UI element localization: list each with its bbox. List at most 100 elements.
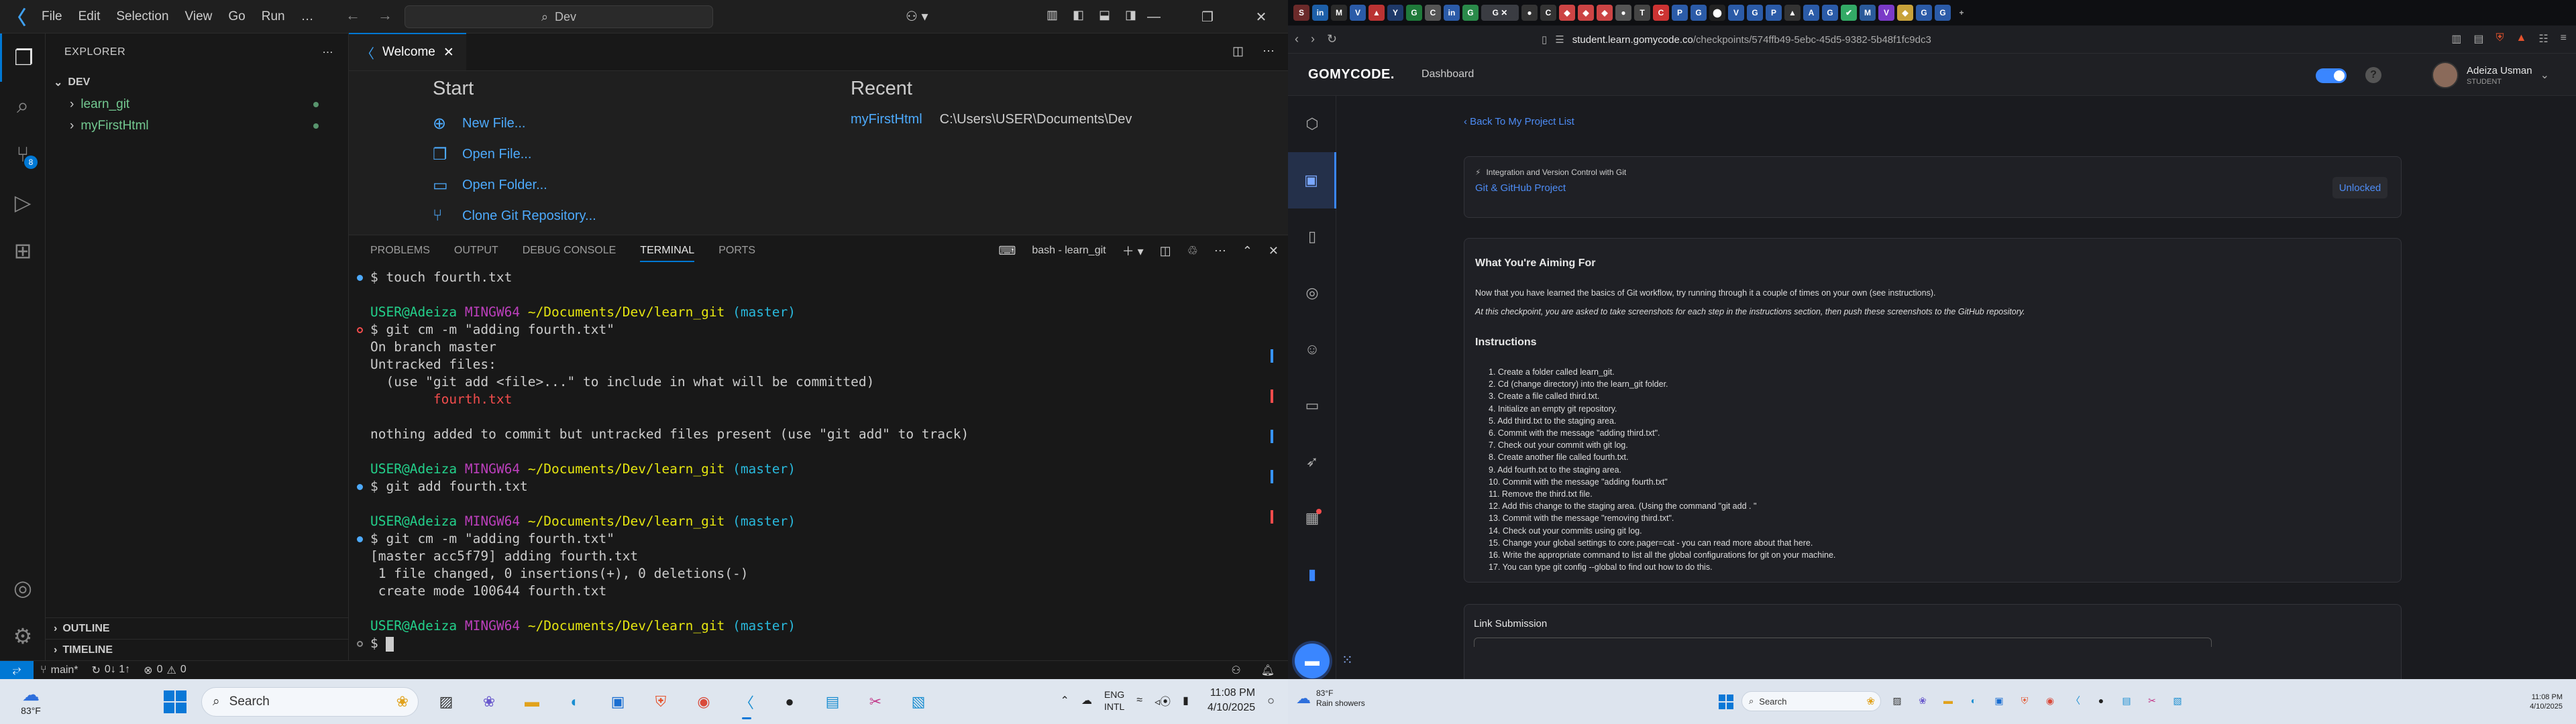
open-file-link[interactable]: ❐ Open File... bbox=[433, 139, 596, 170]
layers-icon[interactable]: ⬡ bbox=[1288, 96, 1336, 152]
close-panel-icon[interactable]: ✕ bbox=[1269, 244, 1279, 258]
forward-arrow-icon[interactable]: › bbox=[1311, 32, 1315, 46]
book-icon[interactable]: ▣ bbox=[1288, 152, 1336, 208]
clock[interactable]: 11:08 PM 4/10/2025 bbox=[1208, 686, 1255, 715]
problems-indicator[interactable]: ⊗ 0 ⚠ 0 bbox=[137, 664, 193, 677]
menu-edit[interactable]: Edit bbox=[70, 9, 109, 24]
timeline-section[interactable]: › TIMELINE bbox=[46, 639, 348, 660]
brave-icon[interactable]: ⛨ bbox=[2015, 691, 2034, 710]
clock[interactable]: 11:08 PM 4/10/2025 bbox=[2530, 692, 2563, 711]
snipping-tool-icon[interactable]: ✂ bbox=[2143, 691, 2161, 710]
tab-debug-console[interactable]: DEBUG CONSOLE bbox=[523, 245, 616, 257]
theme-toggle[interactable] bbox=[2316, 68, 2347, 83]
copilot-icon[interactable]: ⚇ ▾ bbox=[906, 8, 928, 25]
toggle-panel-icon[interactable]: ⬓ bbox=[1099, 8, 1110, 22]
explorer-icon[interactable]: ❐ bbox=[0, 34, 46, 82]
address-bar[interactable]: ▯ ☰ student.learn.gomycode.co/checkpoint… bbox=[1542, 29, 2078, 50]
new-tab-icon[interactable]: + bbox=[1953, 5, 1970, 21]
browser-tab-active[interactable]: G ✕ bbox=[1481, 5, 1519, 21]
forward-arrow-icon[interactable]: → bbox=[378, 7, 392, 24]
site-info-icon[interactable]: ☰ bbox=[1555, 34, 1564, 46]
tab-output[interactable]: OUTPUT bbox=[454, 245, 498, 257]
laptop-icon[interactable]: ▭ bbox=[1288, 377, 1336, 434]
file-explorer-icon[interactable]: ▬ bbox=[515, 687, 549, 717]
file-explorer-icon[interactable]: ▬ bbox=[1939, 691, 1957, 710]
back-to-projects-link[interactable]: ‹ Back To My Project List bbox=[1464, 116, 1574, 127]
browser-tab[interactable]: A bbox=[1803, 5, 1819, 21]
browser-tab[interactable]: ✔ bbox=[1841, 5, 1857, 21]
browser-tab[interactable]: Y bbox=[1387, 5, 1403, 21]
task-view-icon[interactable]: ▨ bbox=[1888, 691, 1907, 710]
outline-section[interactable]: › OUTLINE bbox=[46, 617, 348, 639]
browser-tab[interactable]: G bbox=[1822, 5, 1838, 21]
browser-tab[interactable]: G bbox=[1935, 5, 1951, 21]
terminal-input-line[interactable]: $ bbox=[357, 635, 1288, 652]
bookmark-icon[interactable]: ▯ bbox=[1542, 34, 1547, 46]
account-icon[interactable]: ◎ bbox=[0, 564, 46, 612]
trash-icon[interactable]: ♲ bbox=[1187, 244, 1198, 258]
browser-tab[interactable]: P bbox=[1766, 5, 1782, 21]
search-view-icon[interactable]: ⌕ bbox=[0, 82, 46, 130]
browser-tab[interactable]: G bbox=[1916, 5, 1932, 21]
task-view-icon[interactable]: ▨ bbox=[429, 687, 463, 717]
more-actions-icon[interactable]: ⋯ bbox=[1214, 244, 1226, 258]
more-actions-icon[interactable]: ⋯ bbox=[1263, 44, 1275, 58]
minimize-icon[interactable]: — bbox=[1127, 0, 1181, 34]
edge-icon[interactable]: ◐ bbox=[1964, 691, 1983, 710]
vscode-taskbar-icon[interactable]: 〈 bbox=[730, 687, 763, 719]
menu-go[interactable]: Go bbox=[220, 9, 253, 24]
tree-item-learn-git[interactable]: › learn_git bbox=[46, 94, 348, 115]
store-icon[interactable]: ▣ bbox=[1990, 691, 2008, 710]
recent-item[interactable]: myFirstHtml C:\Users\USER\Documents\Dev bbox=[851, 112, 1132, 127]
restore-icon[interactable]: ❐ bbox=[1181, 0, 1234, 34]
weather-widget[interactable]: ☁ 83°F Rain showers bbox=[1296, 688, 1365, 709]
layout-customize-icon[interactable]: ▥ bbox=[1046, 8, 1058, 22]
extensions-icon[interactable]: ☷ bbox=[2538, 32, 2548, 46]
calendar-icon[interactable]: ▦ bbox=[1288, 490, 1336, 546]
menu-run[interactable]: Run bbox=[254, 9, 293, 24]
split-terminal-icon[interactable]: ◫ bbox=[1160, 244, 1171, 258]
browser-tab[interactable]: P bbox=[1672, 5, 1688, 21]
battery-icon[interactable]: ▮ bbox=[1183, 694, 1189, 707]
notepad-icon[interactable]: ▤ bbox=[2117, 691, 2136, 710]
menu-file[interactable]: File bbox=[34, 9, 70, 24]
rewards-icon[interactable]: ▲ bbox=[2516, 32, 2526, 46]
command-center[interactable]: ⌕ Dev bbox=[405, 5, 713, 28]
menu-icon[interactable]: ≡ bbox=[2561, 32, 2567, 46]
wifi-icon[interactable]: ≈ bbox=[1136, 695, 1142, 707]
browser-tab[interactable]: M bbox=[1331, 5, 1347, 21]
notifications-icon[interactable]: 🔔︎ bbox=[1261, 664, 1275, 677]
browser-tab[interactable]: ◆ bbox=[1578, 5, 1594, 21]
copilot-app-icon[interactable]: ❀ bbox=[472, 687, 506, 717]
browser-tab[interactable]: G bbox=[1462, 5, 1479, 21]
weather-widget[interactable]: ☁ 83°F bbox=[11, 684, 51, 718]
remote-indicator-icon[interactable]: ⥂ bbox=[0, 660, 34, 680]
clone-repo-link[interactable]: ⑂ Clone Git Repository... bbox=[433, 200, 596, 231]
vscode-taskbar-icon[interactable]: 〈 bbox=[2066, 691, 2085, 710]
browser-tab[interactable]: ▲ bbox=[1784, 5, 1801, 21]
copilot-app-icon[interactable]: ❀ bbox=[1913, 691, 1932, 710]
menu-more[interactable]: … bbox=[293, 9, 322, 24]
chrome-icon[interactable]: ◉ bbox=[687, 687, 720, 717]
browser-tab[interactable]: C bbox=[1540, 5, 1556, 21]
settings-gear-icon[interactable]: ⚙ bbox=[0, 612, 46, 660]
browser-tab[interactable]: M bbox=[1860, 5, 1876, 21]
more-actions-icon[interactable]: ⋯ bbox=[323, 46, 334, 59]
run-debug-icon[interactable]: ▷ bbox=[0, 178, 46, 227]
tab-welcome[interactable]: 〈 Welcome ✕ bbox=[349, 33, 466, 70]
project-title[interactable]: Git & GitHub Project bbox=[1475, 182, 2390, 194]
tab-ports[interactable]: PORTS bbox=[718, 245, 755, 257]
browser-tab[interactable]: G bbox=[1690, 5, 1707, 21]
github-icon[interactable]: ● bbox=[773, 687, 806, 717]
wallet-icon[interactable]: ▮ bbox=[1288, 546, 1336, 603]
browser-tab[interactable]: ● bbox=[1521, 5, 1538, 21]
github-icon[interactable]: ● bbox=[2092, 691, 2110, 710]
menu-view[interactable]: View bbox=[177, 9, 221, 24]
scrollbar-markers[interactable] bbox=[1271, 349, 1273, 524]
sidebar-icon[interactable]: ▥ bbox=[2451, 32, 2461, 46]
browser-tab[interactable]: ▲ bbox=[1368, 5, 1385, 21]
browser-tab[interactable]: in bbox=[1312, 5, 1328, 21]
tab-terminal[interactable]: TERMINAL bbox=[640, 245, 695, 262]
new-file-link[interactable]: ⊕ New File... bbox=[433, 108, 596, 139]
maximize-panel-icon[interactable]: ⌃ bbox=[1242, 244, 1252, 258]
